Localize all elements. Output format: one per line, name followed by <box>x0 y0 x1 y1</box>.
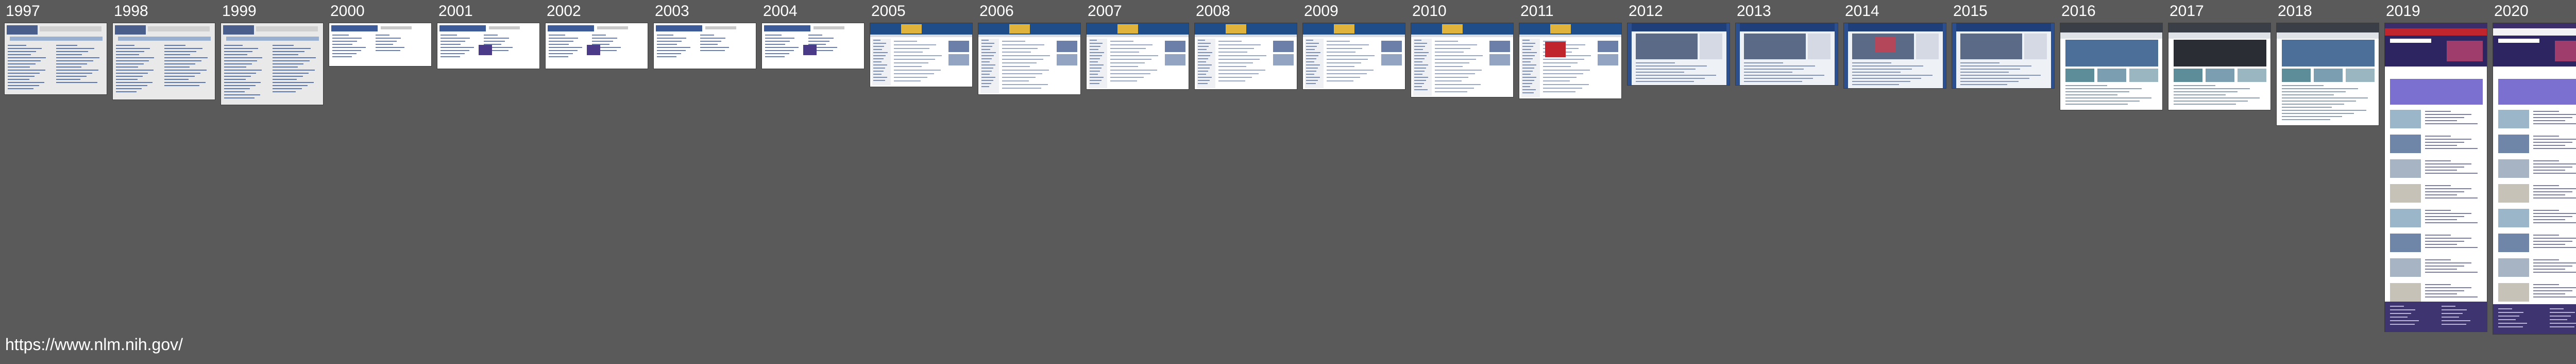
year-label: 2013 <box>1737 3 1771 20</box>
homepage-thumbnail[interactable] <box>978 23 1081 95</box>
year-label: 1999 <box>222 3 257 20</box>
year-label: 2002 <box>547 3 581 20</box>
homepage-thumbnail[interactable] <box>112 23 215 100</box>
homepage-thumbnail[interactable] <box>437 23 540 69</box>
year-label: 2003 <box>655 3 689 20</box>
homepage-thumbnail[interactable] <box>1302 23 1405 90</box>
homepage-thumbnail[interactable] <box>1086 23 1189 90</box>
site-url: https://www.nlm.nih.gov/ <box>5 335 183 354</box>
homepage-thumbnail[interactable] <box>1843 23 1946 89</box>
homepage-thumbnail[interactable] <box>1194 23 1297 90</box>
year-label: 2001 <box>438 3 473 20</box>
year-label: 2000 <box>330 3 365 20</box>
year-label: 1997 <box>6 3 40 20</box>
year-label: 2019 <box>2386 3 2420 20</box>
homepage-thumbnail[interactable] <box>870 23 973 87</box>
year-label: 2010 <box>1412 3 1447 20</box>
year-label: 2015 <box>1953 3 1988 20</box>
homepage-thumbnail[interactable] <box>761 23 865 69</box>
year-label: 2017 <box>2170 3 2204 20</box>
year-label: 2014 <box>1845 3 1879 20</box>
homepage-thumbnail[interactable] <box>2060 23 2163 110</box>
year-label: 2005 <box>871 3 906 20</box>
year-label: 2012 <box>1629 3 1663 20</box>
year-label: 1998 <box>114 3 148 20</box>
homepage-thumbnail[interactable] <box>2276 23 2379 126</box>
year-label: 2007 <box>1088 3 1122 20</box>
year-label: 2009 <box>1304 3 1338 20</box>
homepage-thumbnail[interactable] <box>1952 23 2055 89</box>
homepage-thumbnail[interactable] <box>221 23 324 105</box>
homepage-thumbnail[interactable] <box>1735 23 1838 86</box>
year-label: 2004 <box>763 3 798 20</box>
homepage-thumbnail[interactable] <box>2493 23 2576 335</box>
year-label: 2008 <box>1196 3 1230 20</box>
year-label: 2016 <box>2061 3 2096 20</box>
homepage-thumbnail[interactable] <box>1411 23 1514 97</box>
homepage-thumbnail[interactable] <box>653 23 756 69</box>
homepage-thumbnail[interactable] <box>1627 23 1730 86</box>
homepage-thumbnail[interactable] <box>2168 23 2271 110</box>
year-label: 2011 <box>1520 3 1554 20</box>
year-label: 2020 <box>2494 3 2529 20</box>
homepage-thumbnail[interactable] <box>2384 23 2487 332</box>
homepage-thumbnail[interactable] <box>1519 23 1622 99</box>
homepage-thumbnail[interactable] <box>545 23 648 69</box>
year-label: 2018 <box>2278 3 2312 20</box>
homepage-thumbnail[interactable] <box>4 23 107 95</box>
year-label: 2006 <box>979 3 1014 20</box>
homepage-thumbnail[interactable] <box>329 23 432 67</box>
